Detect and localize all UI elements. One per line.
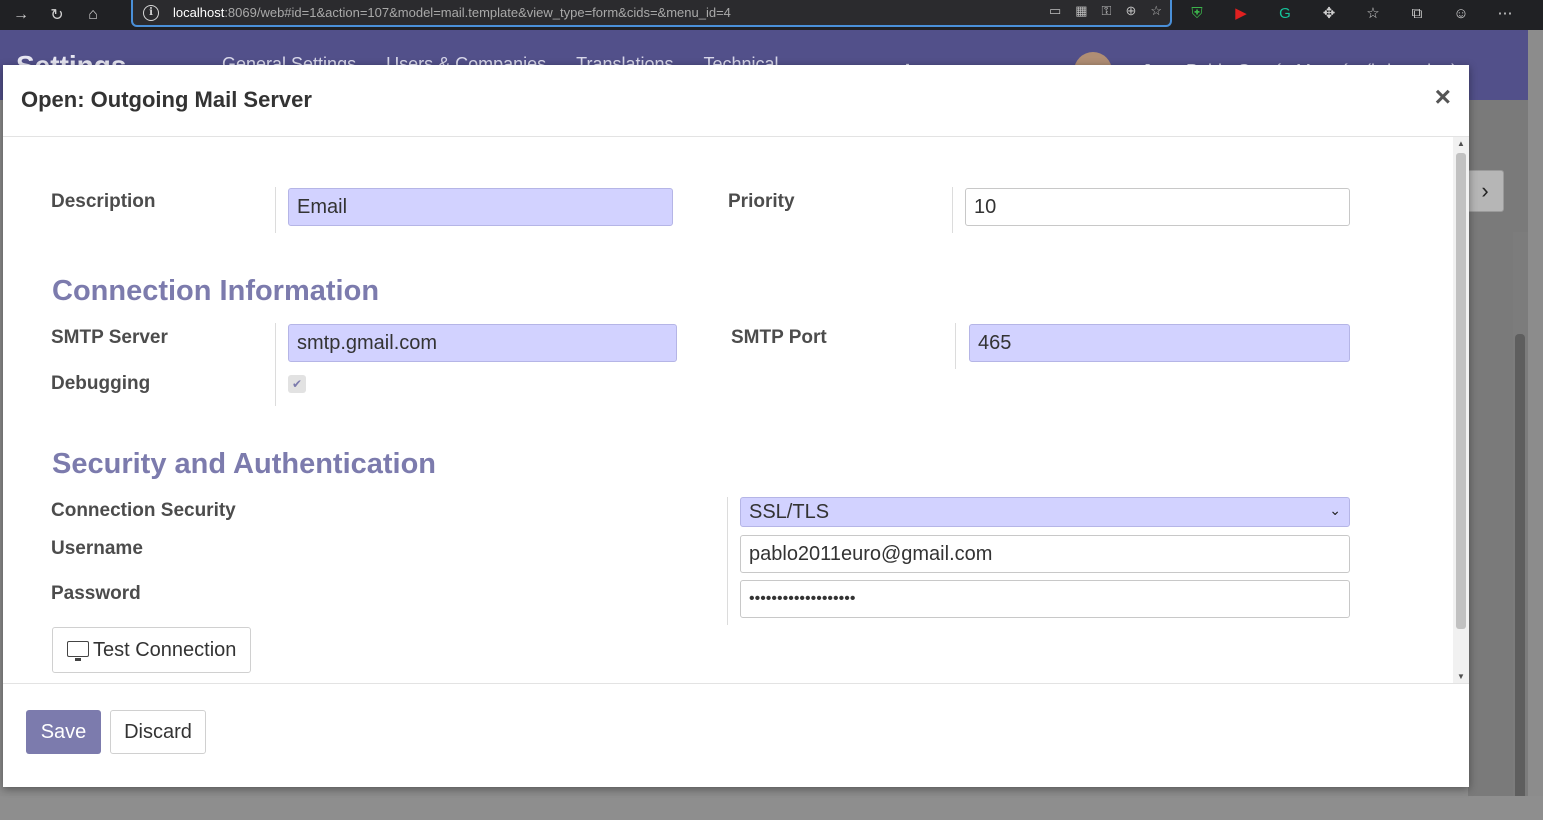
favorites-icon[interactable]: ☆ bbox=[1362, 2, 1384, 24]
address-bar[interactable]: i localhost:8069/web#id=1&action=107&mod… bbox=[131, 0, 1172, 27]
separator bbox=[275, 323, 276, 406]
scroll-down-icon[interactable]: ▼ bbox=[1457, 672, 1465, 681]
password-label: Password bbox=[51, 583, 141, 604]
more-menu-icon[interactable]: ⋯ bbox=[1494, 2, 1516, 24]
description-label: Description bbox=[51, 191, 156, 212]
smtp-port-label: SMTP Port bbox=[731, 327, 827, 348]
debugging-checkbox[interactable]: ✔ bbox=[288, 375, 306, 393]
dialog-footer: Save Discard bbox=[3, 683, 1469, 787]
monitor-icon bbox=[67, 641, 89, 661]
connection-security-label: Connection Security bbox=[51, 500, 236, 521]
discard-button[interactable]: Discard bbox=[110, 710, 206, 754]
separator bbox=[275, 187, 276, 233]
home-icon[interactable]: ⌂ bbox=[78, 0, 108, 30]
chevron-right-icon[interactable]: › bbox=[1466, 170, 1504, 212]
scroll-up-icon[interactable]: ▲ bbox=[1457, 139, 1465, 148]
connection-security-value: SSL/TLS bbox=[749, 500, 830, 523]
description-input[interactable]: Email bbox=[288, 188, 673, 226]
connection-section-title: Connection Information bbox=[52, 275, 380, 307]
page-scrollbar-thumb[interactable] bbox=[1515, 334, 1525, 804]
mail-server-dialog: Open: Outgoing Mail Server × Description… bbox=[3, 65, 1469, 787]
username-input[interactable]: pablo2011euro@gmail.com bbox=[740, 535, 1350, 573]
smtp-server-label: SMTP Server bbox=[51, 327, 168, 348]
youtube-extension-icon[interactable]: ▶ bbox=[1230, 2, 1252, 24]
shield-extension-icon[interactable]: ⛨ bbox=[1186, 2, 1208, 24]
forward-icon[interactable]: → bbox=[6, 0, 36, 30]
url-text: localhost:8069/web#id=1&action=107&model… bbox=[173, 5, 731, 20]
profile-avatar-icon[interactable]: ☺ bbox=[1450, 2, 1472, 24]
dialog-scrollbar[interactable]: ▲ ▼ bbox=[1453, 137, 1469, 683]
close-icon[interactable]: × bbox=[1435, 81, 1451, 113]
username-label: Username bbox=[51, 538, 143, 559]
debugging-label: Debugging bbox=[51, 373, 151, 394]
grammarly-extension-icon[interactable]: G bbox=[1274, 2, 1296, 24]
dialog-header: Open: Outgoing Mail Server × bbox=[3, 65, 1469, 137]
dialog-scrollbar-thumb[interactable] bbox=[1456, 153, 1466, 629]
password-input[interactable]: ••••••••••••••••••• bbox=[740, 580, 1350, 618]
test-connection-label: Test Connection bbox=[93, 638, 237, 661]
background-footer bbox=[0, 796, 1543, 820]
extensions-icon[interactable]: ✥ bbox=[1318, 2, 1340, 24]
security-section-title: Security and Authentication bbox=[52, 448, 437, 480]
save-button[interactable]: Save bbox=[26, 710, 101, 754]
smtp-server-input[interactable]: smtp.gmail.com bbox=[288, 324, 677, 362]
smtp-port-input[interactable]: 465 bbox=[969, 324, 1350, 362]
chevron-down-icon: ⌄ bbox=[1329, 502, 1341, 518]
connection-security-select[interactable]: SSL/TLS ⌄ bbox=[740, 497, 1350, 527]
reload-icon[interactable]: ↻ bbox=[42, 0, 72, 30]
separator bbox=[727, 497, 728, 625]
priority-input[interactable]: 10 bbox=[965, 188, 1350, 226]
zoom-icon[interactable]: ⊕ bbox=[1125, 3, 1136, 19]
app-icon[interactable]: ▦ bbox=[1075, 3, 1087, 19]
collections-icon[interactable]: ⧉ bbox=[1406, 2, 1428, 24]
cast-icon[interactable]: ▭ bbox=[1049, 3, 1061, 19]
page-scrollbar[interactable] bbox=[1513, 232, 1528, 804]
priority-label: Priority bbox=[728, 191, 795, 212]
site-info-icon[interactable]: i bbox=[143, 4, 159, 21]
dialog-body: Description Email Priority 10 Connection… bbox=[3, 137, 1469, 683]
test-connection-button[interactable]: Test Connection bbox=[52, 627, 252, 673]
favorite-add-icon[interactable]: ☆ bbox=[1150, 3, 1162, 19]
dialog-title: Open: Outgoing Mail Server bbox=[21, 87, 312, 112]
separator bbox=[955, 323, 956, 369]
separator bbox=[952, 187, 953, 233]
key-icon[interactable]: ⚿ bbox=[1102, 3, 1112, 19]
